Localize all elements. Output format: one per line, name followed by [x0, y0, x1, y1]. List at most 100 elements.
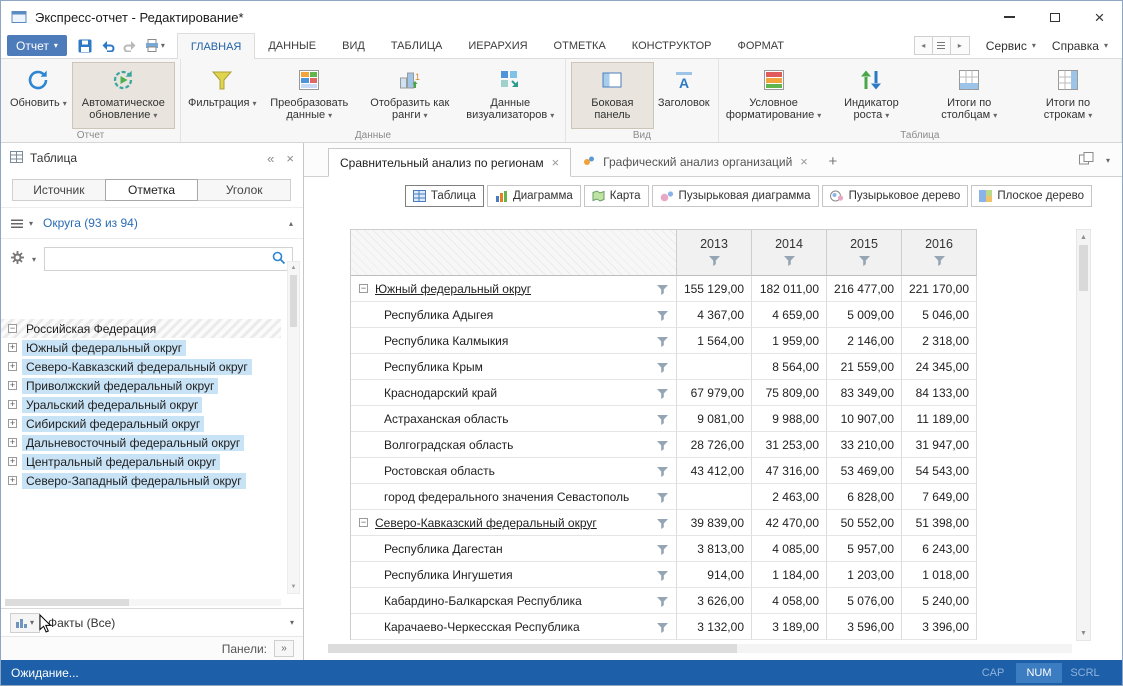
tree-item[interactable]: +Северо-Кавказский федеральный округ — [1, 357, 281, 376]
filter-icon[interactable] — [657, 622, 668, 636]
tree-item[interactable]: +Дальневосточный федеральный округ — [1, 433, 281, 452]
close-tab-icon[interactable]: × — [552, 155, 560, 170]
sidebar-tab[interactable]: Источник — [12, 179, 106, 201]
row-header[interactable]: Карачаево-Черкесская Республика — [351, 614, 677, 640]
scroll-up-icon[interactable]: ▲ — [1077, 230, 1090, 244]
scroll-thumb[interactable] — [328, 644, 737, 653]
close-tab-icon[interactable]: × — [800, 154, 808, 169]
tree-item[interactable]: +Центральный федеральный округ — [1, 452, 281, 471]
undo-button[interactable] — [97, 35, 119, 56]
tab-scroll-left-button[interactable]: ◂ — [915, 37, 933, 54]
facts-button[interactable]: ▾ — [10, 613, 40, 633]
ribbon-button[interactable]: Индикатор роста▾ — [824, 62, 918, 129]
filter-icon[interactable] — [657, 492, 668, 506]
tree-item[interactable]: +Сибирский федеральный округ — [1, 414, 281, 433]
ribbon-tab[interactable]: КОНСТРУКТОР — [619, 33, 725, 58]
close-button[interactable]: × — [1077, 1, 1122, 33]
search-input[interactable] — [51, 252, 272, 266]
filter-icon[interactable] — [784, 255, 795, 269]
table-hscrollbar[interactable] — [328, 644, 1072, 653]
dropdown-arrow-icon[interactable]: ▾ — [290, 618, 294, 627]
expander-icon[interactable]: + — [8, 362, 17, 371]
doc-tab[interactable]: Графический анализ организаций× — [571, 147, 820, 176]
ribbon-button[interactable]: Боковая панель — [571, 62, 654, 129]
ribbon-button[interactable]: Преобразовать данные▾ — [260, 62, 360, 129]
tab-list-button[interactable] — [933, 37, 951, 54]
filter-icon[interactable] — [657, 284, 668, 298]
view-button[interactable]: Диаграмма — [487, 185, 581, 207]
ribbon-button[interactable]: 1Отобразить как ранги▾ — [360, 62, 460, 129]
row-header[interactable]: Республика Крым — [351, 354, 677, 380]
filter-icon[interactable] — [709, 255, 720, 269]
scroll-down-icon[interactable]: ▼ — [288, 581, 299, 593]
scroll-thumb[interactable] — [5, 599, 129, 606]
maximize-button[interactable] — [1032, 1, 1077, 33]
sidebar-scrollbar[interactable]: ▲ ▼ — [287, 261, 300, 594]
view-button[interactable]: Пузырьковая диаграмма — [652, 185, 819, 207]
ribbon-button[interactable]: Итоги по строкам▾ — [1020, 62, 1116, 129]
expander-icon[interactable]: + — [8, 476, 17, 485]
gear-icon[interactable] — [11, 251, 24, 267]
row-header[interactable]: Краснодарский край — [351, 380, 677, 406]
filter-icon[interactable] — [657, 544, 668, 558]
view-button[interactable]: Таблица — [405, 185, 484, 207]
dropdown-arrow-icon[interactable]: ▾ — [1106, 156, 1110, 165]
window-layout-icon[interactable] — [1079, 152, 1094, 168]
row-header[interactable]: Республика Ингушетия — [351, 562, 677, 588]
ribbon-tab[interactable]: ДАННЫЕ — [255, 33, 329, 58]
year-header[interactable]: 2015 — [827, 230, 902, 276]
collapse-panel-icon[interactable]: « — [267, 151, 274, 166]
row-header[interactable]: −Южный федеральный округ — [351, 276, 677, 302]
ribbon-tab[interactable]: ФОРМАТ — [725, 33, 798, 58]
filter-icon[interactable] — [657, 336, 668, 350]
filter-icon[interactable] — [859, 255, 870, 269]
row-header[interactable]: Ростовская область — [351, 458, 677, 484]
collapse-section-icon[interactable]: ▴ — [289, 219, 293, 228]
filter-icon[interactable] — [657, 414, 668, 428]
service-menu[interactable]: Сервис▾ — [986, 39, 1036, 53]
tree-item[interactable]: +Южный федеральный округ — [1, 338, 281, 357]
doc-tab[interactable]: Сравнительный анализ по регионам× — [328, 148, 571, 177]
row-header[interactable]: Волгоградская область — [351, 432, 677, 458]
tree-item[interactable]: +Приволжский федеральный округ — [1, 376, 281, 395]
dimension-row[interactable]: ▾ Округа (93 из 94) ▴ — [1, 207, 303, 239]
ribbon-tab[interactable]: ОТМЕТКА — [541, 33, 619, 58]
report-menu-button[interactable]: Отчет▾ — [7, 35, 67, 56]
new-tab-button[interactable]: + — [820, 147, 846, 176]
table-vscrollbar[interactable]: ▲ ▼ — [1076, 229, 1091, 641]
filter-icon[interactable] — [657, 310, 668, 324]
tree-hscrollbar[interactable] — [5, 599, 281, 606]
help-menu[interactable]: Справка▾ — [1052, 39, 1108, 53]
expander-icon[interactable]: − — [8, 324, 17, 333]
expander-icon[interactable]: + — [8, 438, 17, 447]
row-header[interactable]: −Северо-Кавказский федеральный округ — [351, 510, 677, 536]
search-icon[interactable] — [272, 251, 286, 268]
filter-icon[interactable] — [657, 570, 668, 584]
print-button[interactable]: ▾ — [143, 35, 167, 56]
panels-expand-button[interactable]: » — [274, 640, 294, 657]
minimize-button[interactable] — [987, 1, 1032, 33]
filter-icon[interactable] — [934, 255, 945, 269]
redo-button[interactable] — [120, 35, 142, 56]
row-header[interactable]: Республика Адыгея — [351, 302, 677, 328]
tree-item[interactable]: +Уральский федеральный округ — [1, 395, 281, 414]
ribbon-button[interactable]: Обновить▾ — [6, 62, 71, 129]
menu-icon[interactable] — [11, 219, 23, 228]
filter-icon[interactable] — [657, 466, 668, 480]
row-header[interactable]: Республика Калмыкия — [351, 328, 677, 354]
row-header[interactable]: Кабардино-Балкарская Республика — [351, 588, 677, 614]
filter-icon[interactable] — [657, 518, 668, 532]
scroll-down-icon[interactable]: ▼ — [1077, 626, 1090, 640]
ribbon-button[interactable]: Автоматическое обновление▾ — [72, 62, 175, 129]
row-header[interactable]: Астраханская область — [351, 406, 677, 432]
year-header[interactable]: 2014 — [752, 230, 827, 276]
collapse-icon[interactable]: − — [359, 284, 368, 293]
ribbon-tab[interactable]: ГЛАВНАЯ — [177, 33, 255, 59]
filter-icon[interactable] — [657, 388, 668, 402]
ribbon-tab[interactable]: ВИД — [329, 33, 378, 58]
ribbon-button[interactable]: Данные визуализаторов▾ — [461, 62, 561, 129]
ribbon-button[interactable]: Фильтрация▾ — [186, 62, 259, 129]
view-button[interactable]: Плоское дерево — [971, 185, 1092, 207]
filter-icon[interactable] — [657, 362, 668, 376]
tree-root[interactable]: −Российская Федерация — [1, 319, 281, 338]
